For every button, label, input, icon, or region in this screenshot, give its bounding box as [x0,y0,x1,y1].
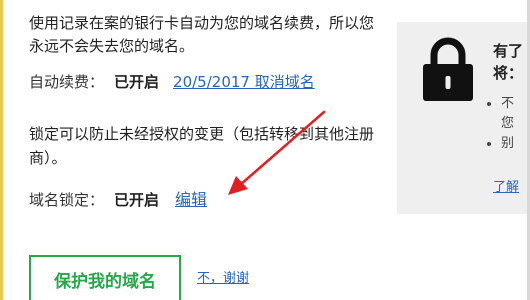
info-bullet-item: 您 [501,116,515,131]
domain-lock-description: 锁定可以防止未经授权的变更（包括转移到其他注册商）。 [29,125,375,167]
domain-lock-status: 已开启 [114,191,160,209]
no-thanks-link[interactable]: 不，谢谢 [197,267,249,286]
info-bullet-item: 不 [501,94,514,114]
cancel-domain-link[interactable]: 20/5/2017 取消域名 [173,73,315,91]
lock-icon [423,37,473,101]
domain-lock-row: 域名锁定： 已开启 编辑 [29,189,207,211]
info-box-title-line2: 将： [493,64,524,82]
autorenew-description: 使用记录在案的银行卡自动为您的域名续费，所以您永远不会失去您的域名。 [29,14,375,55]
privacy-info-box: 有了 将： 不 您 别 了解 [397,22,530,214]
info-box-bullets: 不 您 别 [483,94,514,154]
info-box-title-line1: 有了 [493,42,524,60]
domain-settings-panel: 使用记录在案的银行卡自动为您的域名续费，所以您永远不会失去您的域名。 自动续费：… [0,0,530,300]
left-border-accent [0,0,3,300]
protect-my-domain-button[interactable]: 保护我的域名 [29,255,181,300]
domain-lock-label: 域名锁定： [29,191,105,209]
autorenew-status: 已开启 [114,73,160,91]
autorenew-label: 自动续费： [29,73,105,91]
info-box-title: 有了 将： [493,40,530,84]
edit-domain-lock-link[interactable]: 编辑 [175,190,207,209]
learn-more-link[interactable]: 了解 [493,176,519,195]
info-bullet-item: 别 [501,134,514,154]
autorenew-row: 自动续费： 已开启 20/5/2017 取消域名 [29,71,315,93]
